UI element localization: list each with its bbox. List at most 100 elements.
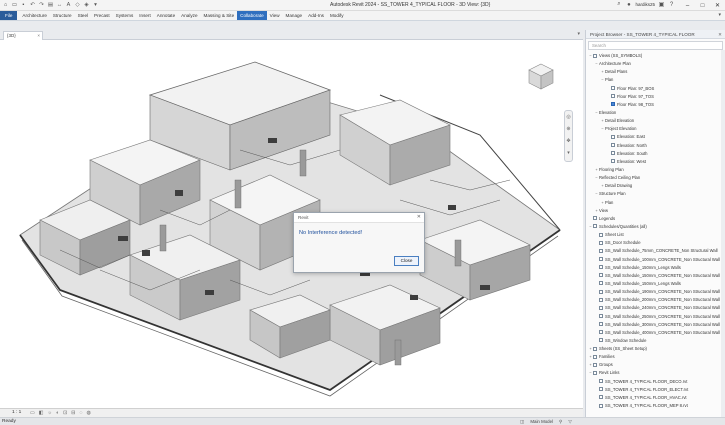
- tree-item[interactable]: SS_Wall Schedule_250mm_CONCRETE_Non Stru…: [586, 313, 725, 321]
- 3d-view-icon[interactable]: ◇: [74, 1, 81, 8]
- tree-item[interactable]: SS_Wall Schedule_240mm_CONCRETE_Non Stru…: [586, 304, 725, 312]
- pan-icon[interactable]: ✥: [565, 135, 572, 147]
- cart-icon[interactable]: ▣: [658, 1, 665, 8]
- tab-steel[interactable]: Steel: [75, 11, 91, 20]
- tab-view[interactable]: View: [267, 11, 283, 20]
- tree-item[interactable]: +Plan: [586, 199, 725, 207]
- view-cube[interactable]: [524, 60, 558, 94]
- tab-analyze[interactable]: Analyze: [178, 11, 200, 20]
- print-icon[interactable]: ▤: [47, 1, 54, 8]
- tree-item[interactable]: Sheet List: [586, 231, 725, 239]
- tree-item[interactable]: + Sheets (SS_Sheet Setup): [586, 345, 725, 353]
- tree-item[interactable]: Legends: [586, 215, 725, 223]
- tree-item[interactable]: − Schedules/Quantities (all): [586, 223, 725, 231]
- select-links-icon[interactable]: ⚲: [559, 419, 562, 425]
- tree-item[interactable]: SS_Wall Schedule_75mm_CONCRETE_Non Struc…: [586, 247, 725, 255]
- tree-item[interactable]: Floor Plan: 98_TOS: [586, 101, 725, 109]
- drawing-canvas[interactable]: ◎ ⊕ ✥ ▾ Revit ✕ No Interference detected…: [0, 40, 583, 408]
- close-icon[interactable]: ✕: [710, 0, 725, 11]
- tree-item[interactable]: Elevation: North: [586, 142, 725, 150]
- tree-item[interactable]: − Views (SS_SYMBOLS): [586, 52, 725, 60]
- visual-style-icon[interactable]: ◧: [39, 410, 44, 416]
- text-icon[interactable]: A: [65, 1, 72, 8]
- chevron-down-icon[interactable]: ▾: [565, 147, 572, 159]
- tab-annotate[interactable]: Annotate: [154, 11, 178, 20]
- tree-item[interactable]: −Structure Plan: [586, 190, 725, 198]
- sun-path-icon[interactable]: ☼: [47, 410, 52, 416]
- tab-file[interactable]: File: [0, 11, 18, 20]
- search-icon[interactable]: ⌕: [615, 1, 622, 8]
- tree-item[interactable]: Elevation: South: [586, 150, 725, 158]
- filter-icon[interactable]: ▽: [568, 419, 572, 425]
- section-icon[interactable]: ◈: [83, 1, 90, 8]
- undo-icon[interactable]: ↶: [29, 1, 36, 8]
- scrollbar[interactable]: [721, 50, 725, 417]
- tree-item[interactable]: SS_Wall Schedule_300mm_CONCRETE_Non Stru…: [586, 321, 725, 329]
- tree-item[interactable]: −Plan: [586, 76, 725, 84]
- close-hidden-icon[interactable]: ▾: [92, 1, 99, 8]
- tree-item[interactable]: − Revit Links: [586, 369, 725, 377]
- help-icon[interactable]: ?: [668, 1, 675, 8]
- zoom-icon[interactable]: ⊕: [565, 123, 572, 135]
- tree-item[interactable]: −Elevation: [586, 109, 725, 117]
- tab-systems[interactable]: Systems: [113, 11, 137, 20]
- worksets-icon[interactable]: ◫: [520, 419, 524, 425]
- reveal-hidden-icon[interactable]: ◍: [86, 410, 90, 416]
- ribbon-options-icon[interactable]: ▾: [718, 12, 721, 18]
- minimize-icon[interactable]: –: [680, 0, 695, 11]
- close-icon[interactable]: ✕: [417, 214, 421, 220]
- tab-modify[interactable]: Modify: [327, 11, 347, 20]
- close-button[interactable]: Close: [394, 256, 419, 266]
- tree-item[interactable]: Floor Plan: 97_TOS: [586, 93, 725, 101]
- close-icon[interactable]: ✕: [718, 30, 722, 39]
- steering-wheel-icon[interactable]: ◎: [565, 111, 572, 123]
- lock-view-icon[interactable]: ⊟: [71, 410, 75, 416]
- detail-level-icon[interactable]: ▭: [30, 410, 35, 416]
- tab-precast[interactable]: Precast: [91, 11, 113, 20]
- project-browser-search[interactable]: Search: [588, 41, 723, 50]
- tree-item[interactable]: +Detail Plans: [586, 68, 725, 76]
- tab-collaborate[interactable]: Collaborate: [237, 11, 267, 20]
- tree-item[interactable]: + Groups: [586, 361, 725, 369]
- tree-item[interactable]: SS_Wall Schedule_200mm_CONCRETE_Non Stru…: [586, 296, 725, 304]
- tree-item[interactable]: SS_Door Schedule: [586, 239, 725, 247]
- tree-item[interactable]: SS_TOWER 4_TYPICAL FLOOR_DECO.rvt: [586, 378, 725, 386]
- tree-item[interactable]: SS_Wall Schedule_190mm_CONCRETE_Non Stru…: [586, 288, 725, 296]
- temporary-hide-icon[interactable]: ◌: [80, 410, 83, 416]
- tree-item[interactable]: −Architecture Plan: [586, 60, 725, 68]
- tab-structure[interactable]: Structure: [50, 11, 75, 20]
- tab-add-ins[interactable]: Add-Ins: [305, 11, 327, 20]
- tab-insert[interactable]: Insert: [136, 11, 154, 20]
- tree-item[interactable]: SS_Wall Schedule_150mm_Lengs Walls: [586, 280, 725, 288]
- tree-item[interactable]: −Reflected Ceiling Plan: [586, 174, 725, 182]
- chevron-down-icon[interactable]: ▾: [577, 31, 580, 37]
- tree-item[interactable]: Floor Plan: 97_BOS: [586, 85, 725, 93]
- crop-view-icon[interactable]: ⊡: [63, 410, 67, 416]
- tree-item[interactable]: SS_Wall Schedule_100mm_CONCRETE_Non Stru…: [586, 256, 725, 264]
- tab-massing-site[interactable]: Massing & Site: [201, 11, 238, 20]
- tree-item[interactable]: +Detail Drawing: [586, 182, 725, 190]
- tree-item[interactable]: SS_TOWER 4_TYPICAL FLOOR_ELECT.rvt: [586, 386, 725, 394]
- home-icon[interactable]: ⌂: [2, 1, 9, 8]
- 3d-model-view[interactable]: [0, 40, 583, 408]
- tree-item[interactable]: SS_Wall Schedule_400mm_CONCRETE_Non Stru…: [586, 329, 725, 337]
- shadows-icon[interactable]: ◐: [56, 410, 59, 416]
- close-icon[interactable]: ×: [37, 32, 40, 40]
- measure-icon[interactable]: ↔: [56, 1, 63, 8]
- open-icon[interactable]: ▭: [11, 1, 18, 8]
- tab-architecture[interactable]: Architecture: [19, 11, 50, 20]
- tree-item[interactable]: +View: [586, 207, 725, 215]
- tree-item[interactable]: SS_TOWER 4_TYPICAL FLOOR_MEP 8.rvt: [586, 402, 725, 410]
- user-name[interactable]: hardiks25: [635, 2, 655, 7]
- tree-item[interactable]: SS_Window Schedule: [586, 337, 725, 345]
- tree-item[interactable]: +Flooring Plan: [586, 166, 725, 174]
- view-scale[interactable]: 1 : 1: [12, 410, 21, 415]
- maximize-icon[interactable]: □: [695, 0, 710, 11]
- tree-item[interactable]: Elevation: West: [586, 158, 725, 166]
- tab-manage[interactable]: Manage: [283, 11, 306, 20]
- tree-item[interactable]: + Families: [586, 353, 725, 361]
- redo-icon[interactable]: ↷: [38, 1, 45, 8]
- tree-item[interactable]: −Project Elevation: [586, 125, 725, 133]
- user-icon[interactable]: ●: [625, 1, 632, 8]
- tree-item[interactable]: SS_TOWER 4_TYPICAL FLOOR_HVAC.rvt: [586, 394, 725, 402]
